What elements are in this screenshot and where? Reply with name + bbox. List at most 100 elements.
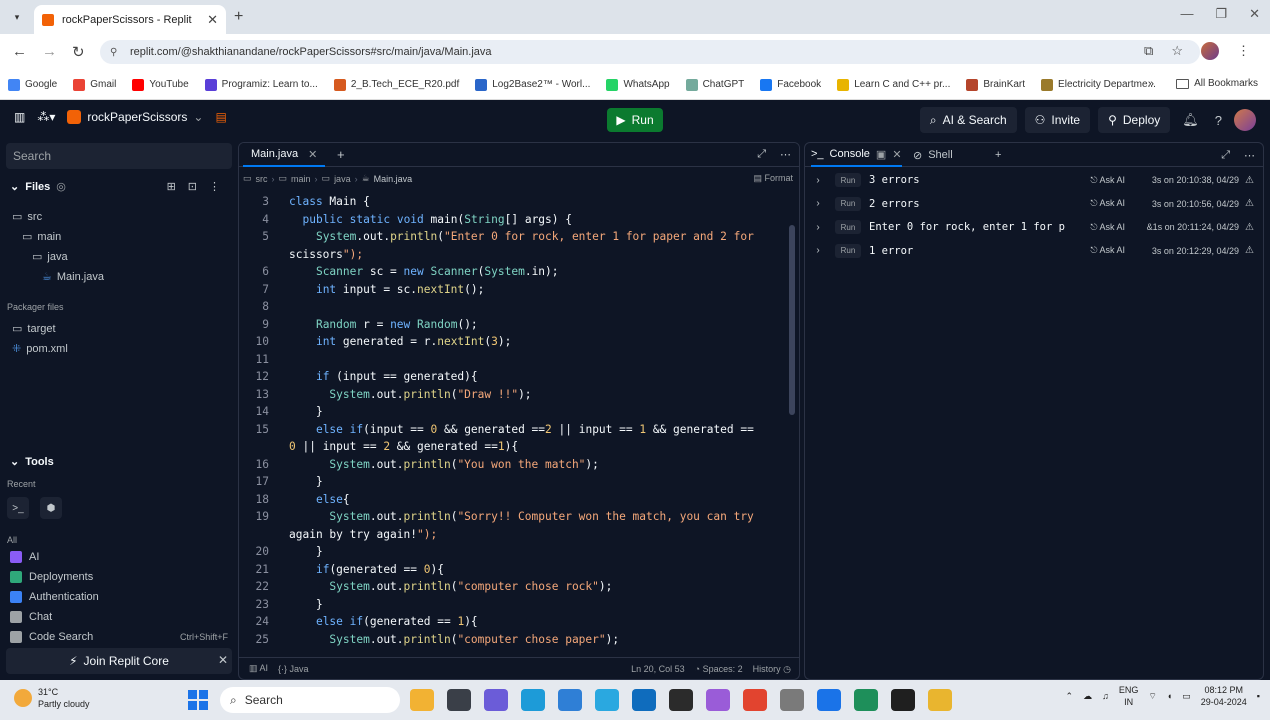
site-info-icon[interactable]: ⚲ [110,47,122,58]
repl-name-button[interactable]: rockPaperScissors ⌄ [67,110,203,124]
tab-shell[interactable]: ⊘ Shell [913,143,953,167]
packager-item[interactable]: ▭ target [12,322,56,336]
taskbar-app-icon[interactable] [632,689,656,711]
invite-button[interactable]: ⚇ Invite [1024,107,1091,133]
taskbar-app-icon[interactable] [891,689,915,711]
console-run-row[interactable]: › Run 2 errors ⎋ Ask AI 3s on 20:10:56, 04/2… [805,193,1263,215]
browser-tab[interactable]: rockPaperScissors - Replit ✕ [34,5,226,34]
help-icon[interactable]: ? [1211,113,1226,128]
pane-options-icon[interactable]: ⋯ [780,148,791,161]
more-bookmarks-icon[interactable]: » [1148,78,1154,90]
taskbar-app-icon[interactable] [669,689,693,711]
breadcrumb-item[interactable]: src [256,174,268,184]
breadcrumb-item[interactable]: java [334,174,351,184]
install-app-icon[interactable]: ⧉ [1144,43,1153,59]
cursor-position[interactable]: Ln 20, Col 53 [631,664,685,675]
tab-search-icon[interactable]: ▾ [8,9,26,25]
spaces-setting[interactable]: ◔ Spaces: 2 [695,664,743,675]
bookmark-item[interactable]: ChatGPT [685,78,744,91]
reload-icon[interactable]: ↻ [72,43,85,61]
chevron-right-icon[interactable]: › [805,245,831,256]
packager-item[interactable]: ⁜ pom.xml [12,342,68,356]
tree-item-src[interactable]: ▭ src [12,210,42,224]
tool-item-chat[interactable]: Chat [10,611,52,623]
recent-console-icon[interactable]: >_ [7,497,29,519]
weather-widget[interactable]: 31°C Partly cloudy [14,686,90,710]
tab-close-icon[interactable]: ✕ [207,12,218,28]
eye-icon[interactable]: ◎ [56,180,66,193]
pane-options-icon[interactable]: ⋯ [1244,149,1255,162]
tool-item-authentication[interactable]: Authentication [10,591,99,603]
bookmark-item[interactable]: Log2Base2™ - Worl... [475,78,590,91]
ask-ai-button[interactable]: ⎋ Ask AI [1071,198,1125,209]
breadcrumb-item[interactable]: Main.java [374,174,413,184]
history-button[interactable]: History ◷ [753,664,791,675]
back-icon[interactable]: ← [12,43,27,60]
join-replit-core-button[interactable]: ⚡︎ Join Replit Core [6,648,232,674]
bookmark-item[interactable]: Programiz: Learn to... [204,78,318,91]
clear-console-icon[interactable]: ▣ [876,148,886,161]
new-folder-icon[interactable]: ⊡ [188,180,197,193]
taskbar-app-icon[interactable] [743,689,767,711]
sidebar-search-input[interactable]: Search [6,143,232,169]
bookmark-star-icon[interactable]: ☆ [1171,43,1183,59]
taskbar-app-icon[interactable] [447,689,471,711]
chevron-right-icon[interactable]: › [805,198,831,209]
chevron-right-icon[interactable]: › [805,222,831,233]
bell-icon[interactable]: 🔔︎ [1178,112,1203,128]
ask-ai-button[interactable]: ⎋ Ask AI [1071,245,1125,256]
editor-scrollbar[interactable] [789,225,795,415]
bookmark-item[interactable]: BrainKart [966,78,1025,91]
sidebar-toggle-icon[interactable]: ▥ [14,110,25,124]
tool-item-deployments[interactable]: Deployments [10,571,93,583]
tree-item-main[interactable]: ▭ main [22,230,61,244]
new-tab-icon[interactable]: + [234,8,243,26]
replit-logo-icon[interactable]: ⁂▾ [37,110,55,124]
close-icon[interactable]: ✕ [218,653,228,667]
ask-ai-button[interactable]: ⎋ Ask AI [1071,222,1125,233]
tab-main-java[interactable]: Main.java ✕ [243,143,326,167]
ai-status[interactable]: ▥ AI [249,663,268,674]
tool-item-ai[interactable]: AI [10,551,39,563]
console-run-row[interactable]: › Run 3 errors ⎋ Ask AI 3s on 20:10:38, 04/2… [805,169,1263,191]
console-run-row[interactable]: › Run 1 error ⎋ Ask AI 3s on 20:12:29, 04/29… [805,240,1263,262]
code-area[interactable]: 3 class Main {4 public static void main(S… [239,193,787,651]
close-window-icon[interactable]: ✕ [1249,6,1260,22]
bookmark-item[interactable]: YouTube [132,78,189,91]
onedrive-icon[interactable]: ☁ [1083,691,1092,702]
run-button[interactable]: ▶ Run [607,108,663,132]
taskbar-app-icon[interactable] [780,689,804,711]
user-avatar[interactable] [1234,109,1256,131]
taskbar-app-icon[interactable] [484,689,508,711]
tab-close-icon[interactable]: ✕ [892,148,901,161]
format-button[interactable]: ▤ Format [753,173,793,184]
forward-icon[interactable]: → [42,43,57,60]
taskbar-app-icon[interactable] [706,689,730,711]
microphone-icon[interactable]: ♫ [1102,691,1109,701]
taskbar-app-icon[interactable] [817,689,841,711]
bookmark-item[interactable]: Gmail [73,78,116,91]
taskbar-app-icon[interactable] [558,689,582,711]
tool-item-code-search[interactable]: Code Search Ctrl+Shift+F [10,631,228,643]
taskbar-app-icon[interactable] [854,689,878,711]
chevron-right-icon[interactable]: › [805,175,831,186]
tab-console[interactable]: >_ Console ▣ ✕ [811,143,902,167]
add-tab-icon[interactable]: + [995,143,1001,167]
taskbar-app-icon[interactable] [928,689,952,711]
taskbar-search[interactable]: ⌕ Search [220,687,400,713]
taskbar-app-icon[interactable] [521,689,545,711]
notebook-icon[interactable]: ▤ [215,110,226,124]
tree-item-main-java[interactable]: ☕︎ Main.java [42,270,104,284]
recent-package-icon[interactable]: ⬢ [40,497,62,519]
start-button[interactable] [188,690,208,710]
more-options-icon[interactable]: ⋮ [209,180,220,193]
bookmark-item[interactable]: Learn C and C++ pr... [837,78,950,91]
maximize-pane-icon[interactable]: ⤢ [1221,149,1230,162]
tree-item-java[interactable]: ▭ java [32,250,68,264]
ask-ai-button[interactable]: ⎋ Ask AI [1071,175,1125,186]
address-bar[interactable]: ⚲ replit.com/@shakthianandane/rockPaperS… [100,40,1200,64]
add-tab-icon[interactable]: + [337,147,345,162]
bookmark-item[interactable]: Electricity Departme... [1041,78,1156,91]
bookmark-item[interactable]: WhatsApp [606,78,670,91]
language-status[interactable]: {·} Java [278,664,309,674]
